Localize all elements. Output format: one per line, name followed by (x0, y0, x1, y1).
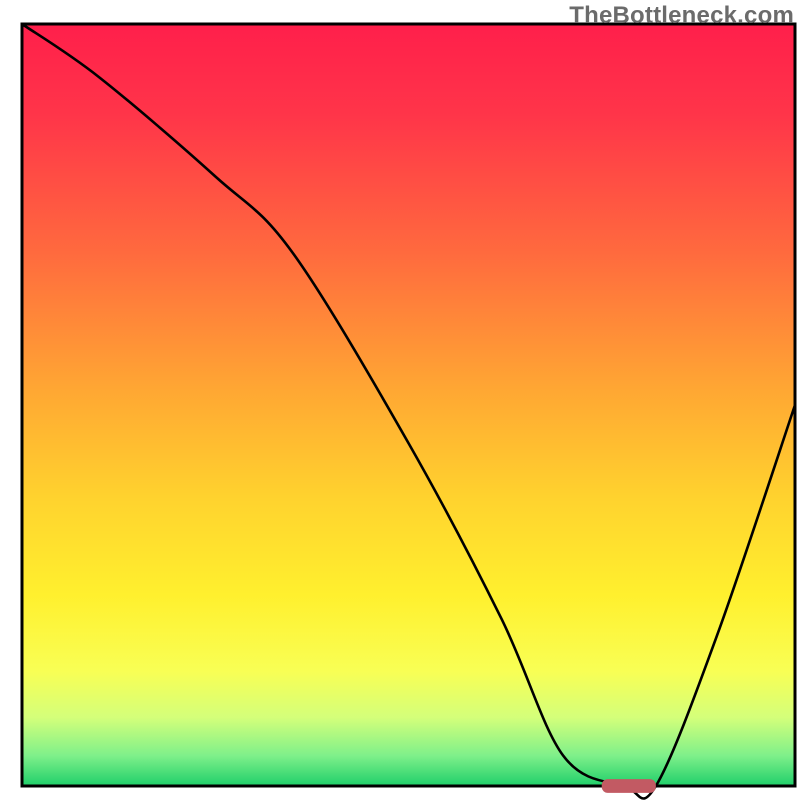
chart-container: TheBottleneck.com (0, 0, 800, 800)
bottleneck-chart (0, 0, 800, 800)
chart-background (22, 24, 795, 786)
watermark-text: TheBottleneck.com (569, 2, 794, 30)
optimal-range-marker (602, 779, 656, 793)
